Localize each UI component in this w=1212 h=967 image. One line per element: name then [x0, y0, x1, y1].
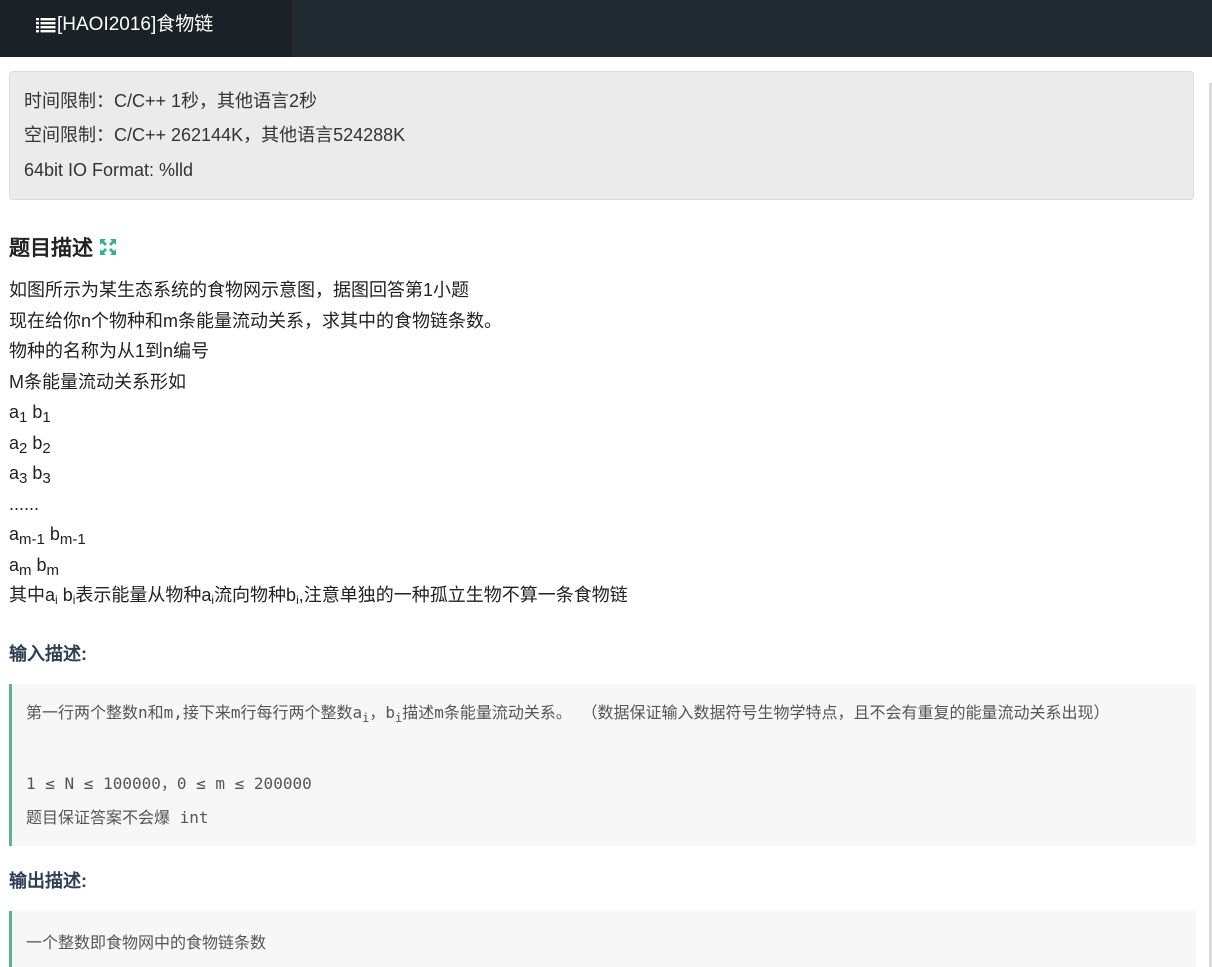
problem-tab[interactable]: [HAOI2016]食物链 [0, 0, 292, 57]
output-heading: 输出描述: [9, 871, 87, 891]
io-format: 64bit IO Format: %lld [24, 160, 194, 180]
description-body: 如图所示为某生态系统的食物网示意图，据图回答第1小题 现在给你n个物种和m条能量… [9, 276, 1199, 612]
input-line: 第一行两个整数n和m,接下来m行每行两个整数ai，bi描述m条能量流动关系。 （… [26, 703, 1110, 725]
flow-pair: am-1 bm-1 [9, 524, 86, 548]
ellipsis: ...... [9, 493, 40, 514]
description-line: M条能量流动关系形如 [9, 371, 186, 392]
output-line: 一个整数即食物网中的食物链条数 [26, 933, 267, 952]
time-limit: 时间限制：C/C++ 1秒，其他语言2秒 [24, 91, 318, 111]
flow-pair: a2 b2 [9, 432, 51, 457]
input-box: 第一行两个整数n和m,接下来m行每行两个整数ai，bi描述m条能量流动关系。 （… [9, 684, 1196, 846]
list-icon [36, 17, 56, 33]
description-line: 现在给你n个物种和m条能量流动关系，求其中的食物链条数。 [9, 310, 503, 331]
output-box: 一个整数即食物网中的食物链条数 [9, 911, 1196, 967]
top-navbar: [HAOI2016]食物链 [0, 0, 1212, 57]
description-heading: 题目描述 [9, 232, 117, 262]
description-title: 题目描述 [9, 237, 93, 260]
problem-tab-title[interactable]: [HAOI2016]食物链 [36, 14, 213, 36]
description-last-line: 其中ai bi表示能量从物种ai流向物种bi,注意单独的一种孤立生物不算一条食物… [9, 585, 628, 607]
description-line: 物种的名称为从1到n编号 [9, 341, 210, 361]
description-line: 如图所示为某生态系统的食物网示意图，据图回答第1小题 [9, 280, 470, 300]
problem-title-text: [HAOI2016]食物链 [57, 14, 214, 35]
input-heading: 输入描述: [9, 644, 87, 664]
limits-panel: 时间限制：C/C++ 1秒，其他语言2秒 空间限制：C/C++ 262144K，… [9, 71, 1194, 200]
space-limit: 空间限制：C/C++ 262144K，其他语言524288K [24, 125, 406, 145]
flow-pair: am bm [9, 554, 60, 579]
input-constraint: 1 ≤ N ≤ 100000，0 ≤ m ≤ 200000 [26, 774, 312, 793]
expand-icon[interactable] [99, 238, 117, 256]
flow-pair: a1 b1 [9, 402, 51, 426]
flow-pair: a3 b3 [9, 463, 51, 487]
input-note: 题目保证答案不会爆 int [26, 808, 209, 827]
